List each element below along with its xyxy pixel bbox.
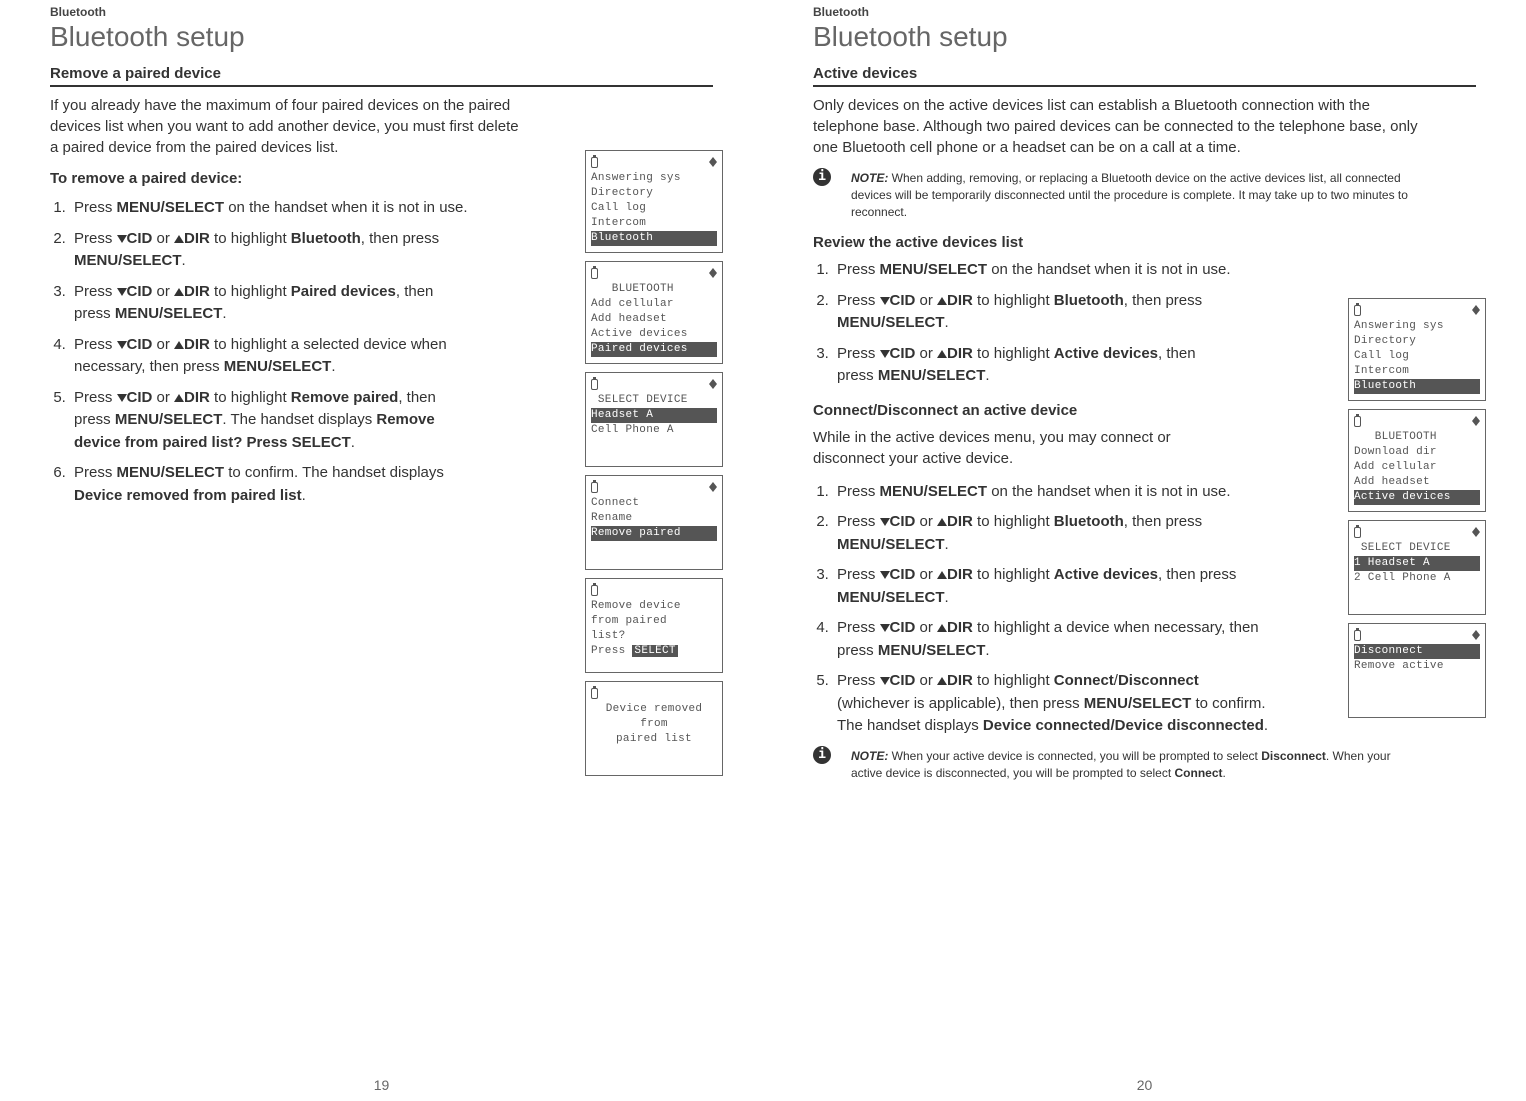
step-2: Press CID or DIR to highlight Bluetooth,… <box>833 290 1233 335</box>
up-arrow-icon <box>937 518 947 526</box>
battery-icon <box>1354 305 1361 316</box>
down-arrow-icon <box>117 341 127 349</box>
up-arrow-icon <box>174 394 184 402</box>
step-6: Press MENU/SELECT to confirm. The handse… <box>70 462 470 507</box>
subsection-title: Remove a paired device <box>50 65 713 87</box>
screen-select-device: SELECT DEVICE 1 Headset A 2 Cell Phone A <box>1348 520 1486 615</box>
step-5: Press CID or DIR to highlight Remove pai… <box>70 387 470 455</box>
page-19: Bluetooth Bluetooth setup Remove a paire… <box>0 0 763 1101</box>
screen-select-device: SELECT DEVICE Headset A Cell Phone A <box>585 372 723 467</box>
steps-list: Press MENU/SELECT on the handset when it… <box>50 197 470 507</box>
down-arrow-icon <box>880 518 890 526</box>
section-label: Bluetooth <box>813 5 1476 19</box>
note-2: i NOTE: When your active device is conne… <box>813 748 1423 782</box>
scroll-arrows-icon <box>709 379 717 389</box>
down-arrow-icon <box>117 394 127 402</box>
scroll-arrows-icon <box>1472 630 1480 640</box>
down-arrow-icon <box>117 235 127 243</box>
screen-main-menu: Answering sys Directory Call log Interco… <box>585 150 723 253</box>
step-3: Press CID or DIR to highlight Active dev… <box>833 564 1273 609</box>
step-3: Press CID or DIR to highlight Paired dev… <box>70 281 470 326</box>
connect-intro: While in the active devices menu, you ma… <box>813 427 1233 469</box>
page-20: Bluetooth Bluetooth setup Active devices… <box>763 0 1526 1101</box>
scroll-arrows-icon <box>709 157 717 167</box>
info-icon: i <box>813 746 831 764</box>
up-arrow-icon <box>937 350 947 358</box>
intro-text: Only devices on the active devices list … <box>813 95 1433 158</box>
scroll-arrows-icon <box>1472 527 1480 537</box>
page-number: 20 <box>763 1077 1526 1093</box>
battery-icon <box>591 268 598 279</box>
step-2: Press CID or DIR to highlight Bluetooth,… <box>70 228 470 273</box>
review-steps-list: Press MENU/SELECT on the handset when it… <box>813 259 1233 388</box>
battery-icon <box>1354 527 1361 538</box>
screen-bluetooth-menu: BLUETOOTH Download dir Add cellular Add … <box>1348 409 1486 512</box>
step-4: Press CID or DIR to highlight a selected… <box>70 334 470 379</box>
info-icon: i <box>813 168 831 186</box>
step-1: Press MENU/SELECT on the handset when it… <box>70 197 470 220</box>
screen-bluetooth-menu: BLUETOOTH Add cellular Add headset Activ… <box>585 261 723 364</box>
battery-icon <box>591 688 598 699</box>
step-2: Press CID or DIR to highlight Bluetooth,… <box>833 511 1273 556</box>
screen-removed: Device removed from paired list <box>585 681 723 776</box>
page-number: 19 <box>0 1077 763 1093</box>
down-arrow-icon <box>880 350 890 358</box>
up-arrow-icon <box>937 297 947 305</box>
battery-icon <box>1354 630 1361 641</box>
scroll-arrows-icon <box>1472 305 1480 315</box>
step-5: Press CID or DIR to highlight Connect/Di… <box>833 670 1273 738</box>
page-title: Bluetooth setup <box>50 21 713 53</box>
scroll-arrows-icon <box>709 268 717 278</box>
screens-column: Answering sys Directory Call log Interco… <box>585 150 723 776</box>
battery-icon <box>591 482 598 493</box>
battery-icon <box>591 157 598 168</box>
step-1: Press MENU/SELECT on the handset when it… <box>833 259 1233 282</box>
up-arrow-icon <box>174 288 184 296</box>
up-arrow-icon <box>174 341 184 349</box>
step-1: Press MENU/SELECT on the handset when it… <box>833 481 1273 504</box>
scroll-arrows-icon <box>1472 416 1480 426</box>
up-arrow-icon <box>174 235 184 243</box>
step-3: Press CID or DIR to highlight Active dev… <box>833 343 1233 388</box>
subsection-title: Active devices <box>813 65 1476 87</box>
battery-icon <box>1354 416 1361 427</box>
page-title: Bluetooth setup <box>813 21 1476 53</box>
scroll-arrows-icon <box>709 482 717 492</box>
section-label: Bluetooth <box>50 5 713 19</box>
down-arrow-icon <box>880 624 890 632</box>
battery-icon <box>591 379 598 390</box>
connect-steps-list: Press MENU/SELECT on the handset when it… <box>813 481 1273 738</box>
review-heading: Review the active devices list <box>813 234 1476 251</box>
down-arrow-icon <box>880 297 890 305</box>
battery-icon <box>591 585 598 596</box>
screen-device-options: Disconnect Remove active <box>1348 623 1486 718</box>
screen-remove-confirm: Remove device from paired list? Press SE… <box>585 578 723 673</box>
note-1: i NOTE: When adding, removing, or replac… <box>813 170 1423 220</box>
down-arrow-icon <box>880 571 890 579</box>
screen-device-options: Connect Rename Remove paired <box>585 475 723 570</box>
screen-main-menu: Answering sys Directory Call log Interco… <box>1348 298 1486 401</box>
up-arrow-icon <box>937 677 947 685</box>
down-arrow-icon <box>117 288 127 296</box>
up-arrow-icon <box>937 571 947 579</box>
down-arrow-icon <box>880 677 890 685</box>
screens-column: Answering sys Directory Call log Interco… <box>1348 298 1486 718</box>
intro-text: If you already have the maximum of four … <box>50 95 530 158</box>
step-4: Press CID or DIR to highlight a device w… <box>833 617 1273 662</box>
up-arrow-icon <box>937 624 947 632</box>
